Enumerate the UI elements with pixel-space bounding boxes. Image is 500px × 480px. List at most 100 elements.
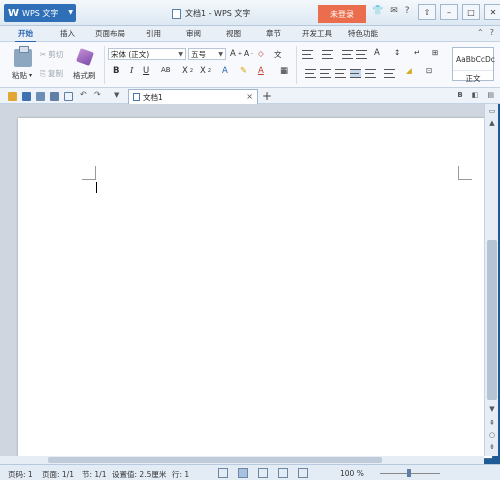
export-pdf-icon[interactable] — [36, 92, 45, 101]
open-folder-icon[interactable] — [8, 92, 17, 101]
reading-view-icon[interactable] — [298, 468, 308, 478]
numbered-list-icon[interactable] — [322, 50, 333, 59]
close-button[interactable]: ✕ — [484, 4, 500, 20]
shrink-font-button[interactable]: A- — [244, 49, 253, 58]
scrollbar-thumb[interactable] — [48, 457, 382, 463]
italic-button[interactable]: I — [130, 66, 133, 76]
page-view-icon[interactable] — [238, 468, 248, 478]
tab-special-features[interactable]: 特色功能 — [348, 28, 378, 39]
document-page[interactable] — [18, 118, 492, 458]
underline-button[interactable]: U — [143, 66, 149, 76]
options-icon[interactable]: ◧ — [472, 91, 479, 99]
redo-icon[interactable]: ↷ — [94, 90, 103, 99]
bold-shortcut-icon[interactable]: B — [457, 91, 462, 99]
next-page-icon[interactable]: ⇟ — [487, 442, 497, 452]
new-tab-button[interactable]: + — [262, 89, 272, 103]
highlight-icon[interactable]: ✎ — [240, 66, 247, 76]
document-icon — [172, 8, 181, 19]
margin-mark-top-left — [82, 166, 96, 180]
line-spacing-icon[interactable] — [384, 69, 395, 78]
login-button[interactable]: 未登录 — [318, 5, 366, 23]
cut-button[interactable]: ✂ 剪切 — [40, 49, 63, 60]
tab-home[interactable]: 开始 — [15, 28, 36, 43]
bullet-list-icon[interactable] — [302, 50, 313, 59]
print-icon[interactable] — [50, 92, 59, 101]
zoom-slider-knob[interactable] — [407, 469, 411, 477]
chevron-down-icon[interactable]: ▼ — [114, 91, 123, 100]
panel-icon[interactable]: ▤ — [487, 91, 494, 99]
decrease-indent-icon[interactable] — [342, 50, 353, 59]
style-gallery[interactable]: AaBbCcDc 正文 — [452, 47, 495, 84]
style-normal[interactable]: 正文 — [453, 70, 493, 84]
status-bar: 页码: 1 页面: 1/1 节: 1/1 设置值: 2.5厘米 行: 1 100… — [0, 464, 500, 480]
page-number: 页码: 1 — [8, 470, 33, 479]
text-effect-button[interactable]: A — [222, 66, 228, 76]
tab-developer[interactable]: 开发工具 — [302, 28, 332, 39]
format-painter-button[interactable]: 格式刷 — [73, 70, 96, 81]
paste-button[interactable]: 粘贴 ▾ — [12, 70, 32, 81]
print-preview-icon[interactable] — [64, 92, 73, 101]
shirt-icon[interactable]: 👕 — [372, 6, 383, 16]
chevron-up-icon[interactable]: ⌃ — [477, 28, 484, 37]
sort-icon[interactable]: ↕ — [394, 48, 400, 57]
help-icon[interactable]: ? — [490, 28, 494, 37]
change-case-icon[interactable]: A — [374, 48, 380, 58]
increase-indent-icon[interactable] — [356, 50, 367, 59]
tab-view[interactable]: 视图 — [226, 28, 241, 39]
ruler-toggle-icon[interactable]: ▭ — [487, 106, 497, 116]
char-shading-icon[interactable]: ▦ — [280, 66, 288, 76]
align-center-icon[interactable] — [320, 69, 331, 78]
justify-icon[interactable] — [350, 69, 361, 78]
app-name: WPS 文字 — [22, 8, 59, 18]
align-left-icon[interactable] — [305, 69, 316, 78]
window-title: 文档1 - WPS 文字 — [172, 8, 250, 19]
font-size-select[interactable]: 五号 ▼ — [188, 48, 226, 60]
align-right-icon[interactable] — [335, 69, 346, 78]
save-icon[interactable] — [22, 92, 31, 101]
tab-review[interactable]: 审阅 — [186, 28, 201, 39]
distributed-icon[interactable] — [365, 69, 376, 78]
scroll-down-icon[interactable]: ▼ — [487, 404, 497, 414]
grow-font-button[interactable]: A + — [230, 49, 242, 59]
font-size-value: 五号 — [191, 49, 206, 59]
scroll-up-icon[interactable]: ▲ — [487, 118, 497, 128]
window-title-text: 文档1 - WPS 文字 — [185, 9, 251, 18]
help-icon[interactable]: ? — [405, 6, 410, 16]
undo-icon[interactable]: ↶ — [80, 90, 89, 99]
subscript-button[interactable]: X2 — [200, 66, 211, 76]
strikethrough-button[interactable]: AB — [161, 66, 171, 74]
clear-format-icon[interactable]: ◇ — [258, 49, 264, 58]
maximize-button[interactable]: □ — [462, 4, 480, 20]
superscript-button[interactable]: X2 — [182, 66, 193, 76]
font-color-button[interactable]: A — [258, 66, 264, 76]
phonetic-guide-icon[interactable]: 文 — [274, 49, 282, 60]
vertical-scrollbar[interactable]: ▭ ▲ ▼ ⇞ ○ ⇟ — [484, 104, 498, 456]
zoom-level[interactable]: 100 % — [340, 469, 364, 478]
minimize-button[interactable]: – — [440, 4, 458, 20]
document-tab[interactable]: 文档1 × — [128, 89, 258, 104]
select-browse-icon[interactable]: ○ — [487, 430, 497, 440]
show-marks-icon[interactable]: ↵ — [414, 48, 420, 57]
tab-page-layout[interactable]: 页面布局 — [95, 28, 125, 39]
shading-icon[interactable]: ◢ — [406, 66, 412, 75]
paste-icon[interactable] — [14, 46, 32, 67]
horizontal-scrollbar[interactable] — [0, 456, 484, 464]
restore-ribbon-button[interactable]: ⇧ — [418, 4, 436, 20]
close-tab-icon[interactable]: × — [246, 92, 253, 101]
web-view-icon[interactable] — [278, 468, 288, 478]
cut-label: 剪切 — [48, 50, 64, 59]
bold-button[interactable]: B — [113, 66, 119, 76]
copy-button[interactable]: ⎘ 复制 — [40, 68, 63, 79]
previous-page-icon[interactable]: ⇞ — [487, 418, 497, 428]
borders-icon[interactable]: ⊡ — [426, 66, 432, 75]
table-icon[interactable]: ⊞ — [432, 48, 438, 57]
font-name-select[interactable]: 宋体 (正文) ▼ — [108, 48, 186, 60]
fullscreen-view-icon[interactable] — [218, 468, 228, 478]
tab-references[interactable]: 引用 — [146, 28, 161, 39]
outline-view-icon[interactable] — [258, 468, 268, 478]
tab-chapter[interactable]: 章节 — [266, 28, 281, 39]
tab-insert[interactable]: 插入 — [60, 28, 75, 39]
scrollbar-thumb[interactable] — [487, 240, 497, 400]
wps-menu-button[interactable]: W WPS 文字 ▼ — [4, 4, 76, 22]
chat-icon[interactable]: ✉ — [390, 6, 398, 16]
